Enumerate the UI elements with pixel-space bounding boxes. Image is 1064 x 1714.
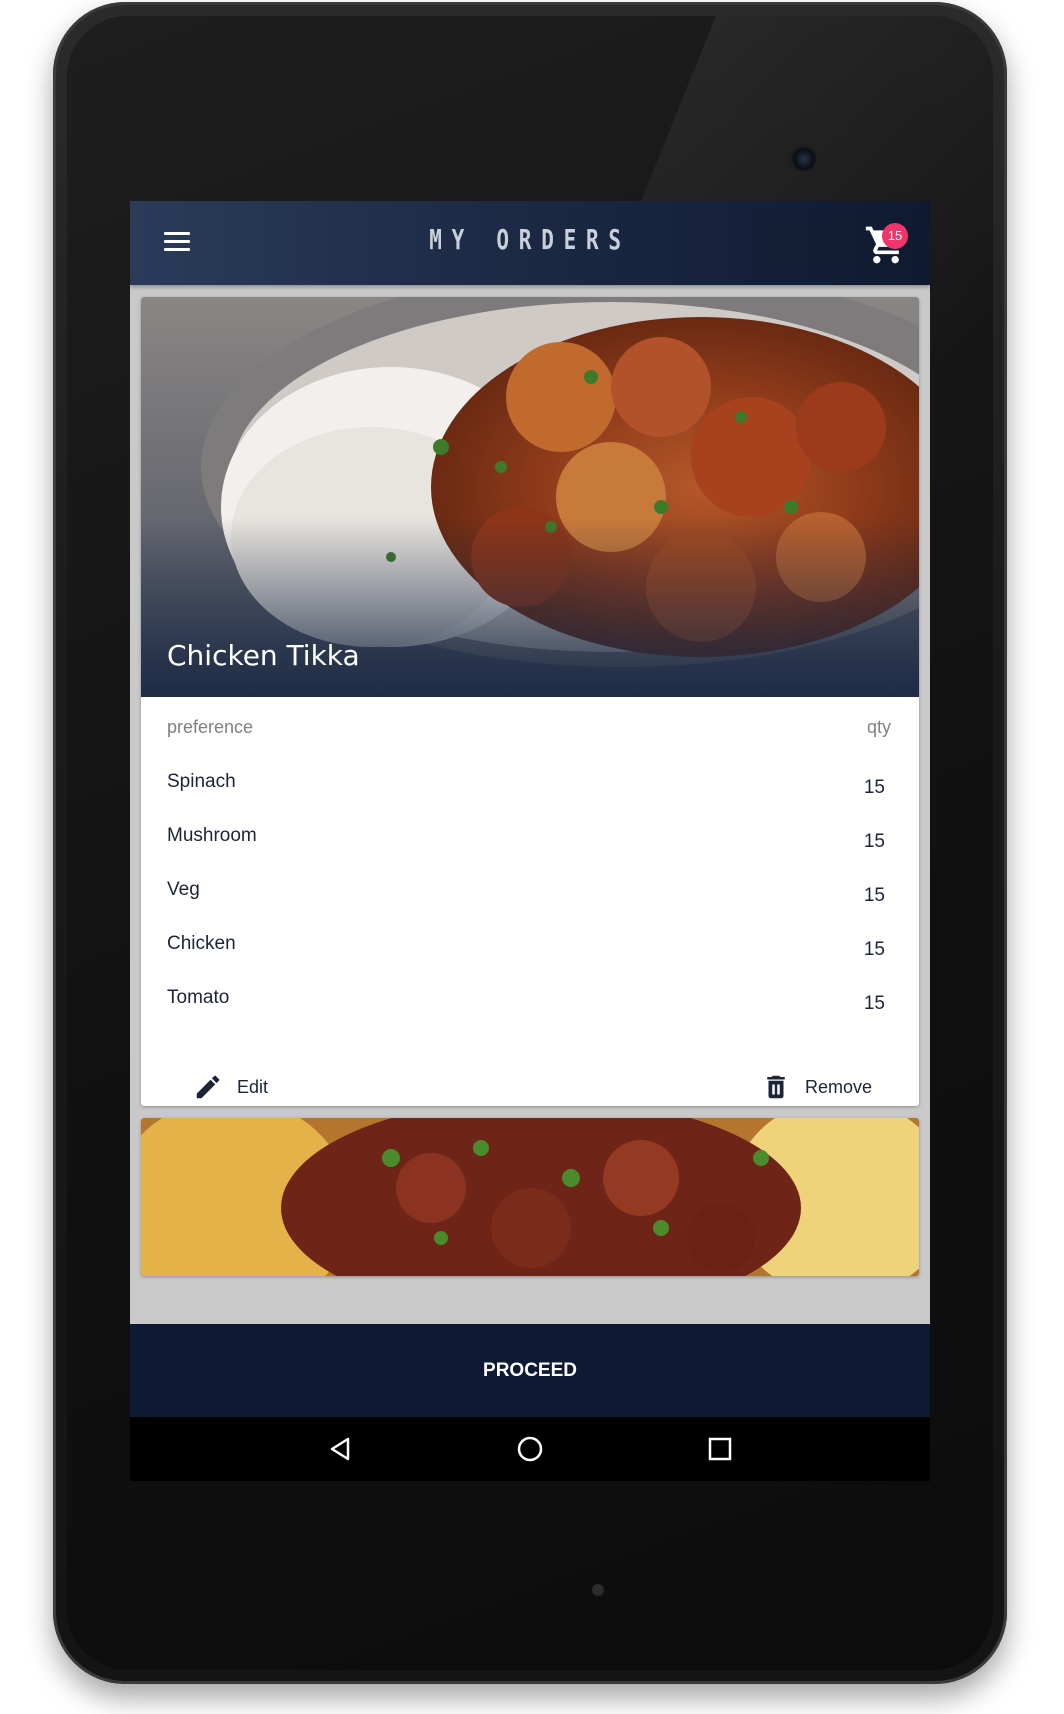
list-item: Mushroom 15 <box>167 825 893 865</box>
home-icon <box>517 1436 543 1462</box>
edit-label: Edit <box>237 1076 269 1097</box>
qty-column-label: qty <box>866 717 891 737</box>
back-button[interactable] <box>326 1435 354 1463</box>
front-camera <box>792 147 816 171</box>
recents-button[interactable] <box>706 1435 734 1463</box>
trash-icon <box>767 1075 785 1099</box>
home-button[interactable] <box>516 1435 544 1463</box>
list-item: Chicken 15 <box>167 933 893 973</box>
app-bar: MY ORDERS 15 <box>130 201 930 285</box>
app-screen: MY ORDERS 15 Chicken Tikka preference qt… <box>130 201 930 1481</box>
item-name: Spinach <box>167 771 236 792</box>
item-qty: 15 <box>863 777 885 798</box>
list-item: Veg 15 <box>167 879 893 919</box>
item-name: Tomato <box>167 987 230 1008</box>
cart-count-badge: 15 <box>882 223 908 249</box>
preference-column-label: preference <box>167 717 254 737</box>
dish-image: Chicken Tikka <box>141 297 919 697</box>
item-qty: 15 <box>863 885 885 906</box>
menu-icon[interactable] <box>164 231 190 253</box>
proceed-button[interactable]: PROCEED <box>130 1324 930 1417</box>
list-item: Spinach 15 <box>167 771 893 811</box>
back-icon <box>330 1437 350 1461</box>
edit-icon <box>196 1075 220 1099</box>
system-nav-bar <box>130 1417 930 1481</box>
item-qty: 15 <box>863 939 885 960</box>
order-card: Chicken Tikka preference qty Spinach 15 … <box>141 297 919 1106</box>
order-card-2 <box>141 1118 919 1276</box>
item-qty: 15 <box>863 831 885 852</box>
edit-button[interactable]: Edit <box>193 1067 268 1106</box>
dish-image-2 <box>141 1118 919 1276</box>
remove-label: Remove <box>805 1076 873 1097</box>
preference-header: preference qty <box>167 717 893 738</box>
page-title: MY ORDERS <box>429 223 631 256</box>
remove-button[interactable]: Remove <box>761 1067 872 1106</box>
item-name: Chicken <box>167 933 236 954</box>
item-name: Mushroom <box>167 825 257 846</box>
light-sensor <box>592 1584 604 1596</box>
card-actions: Edit Remove <box>141 1067 919 1106</box>
recents-icon <box>708 1437 732 1461</box>
item-qty: 15 <box>863 993 885 1014</box>
list-item: Tomato 15 <box>167 987 893 1027</box>
dish-title: Chicken Tikka <box>167 639 360 672</box>
item-name: Veg <box>167 879 200 900</box>
